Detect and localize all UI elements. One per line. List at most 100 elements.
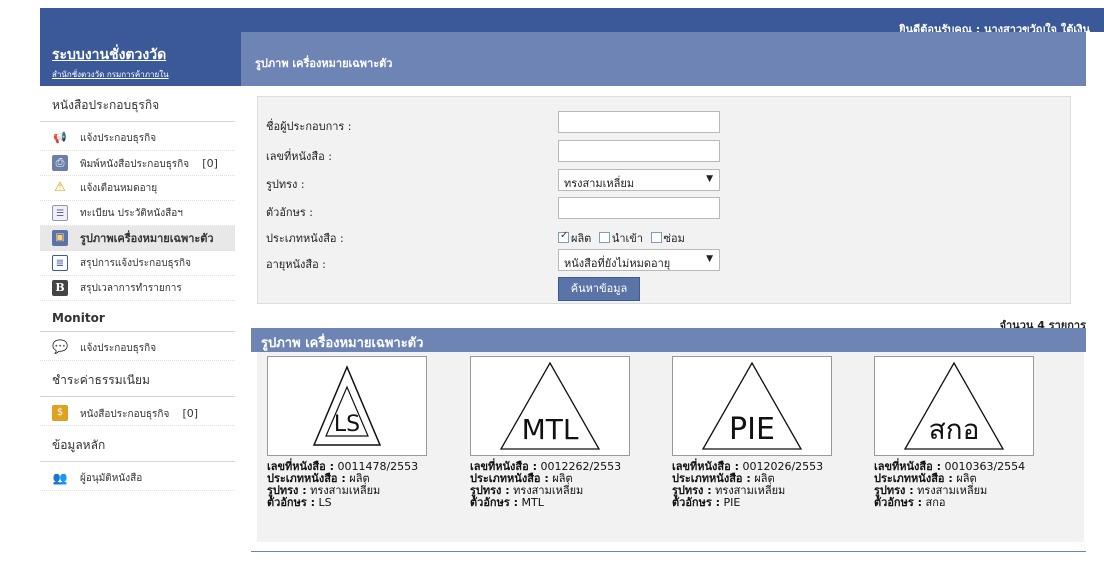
mark-info: เลขที่หนังสือ : 0012262/2553 ประเภทหนังส… — [470, 461, 670, 509]
register-icon: ☰ — [52, 205, 68, 221]
sidebar-item-label: แจ้งเตือนหมดอายุ — [80, 183, 158, 194]
fee-count: [0] — [182, 407, 199, 420]
brand[interactable]: ระบบงานชั่งตวงวัด สำนักชั่งตวงวัด กรมการ… — [40, 32, 241, 86]
mark-info: เลขที่หนังสือ : 0011478/2553 ประเภทหนังส… — [267, 461, 467, 509]
sidebar-item-label: แจ้งประกอบธุรกิจ — [80, 343, 157, 354]
doc-no-input[interactable] — [558, 140, 720, 162]
mark-image[interactable]: MTL — [470, 356, 630, 456]
shape-row: รูปทรง : — [266, 175, 305, 193]
mark-image[interactable]: PIE — [672, 356, 832, 456]
main-content: รูปภาพ เครื่องหมายเฉพาะตัว ชื่อผู้ประกอบ… — [241, 32, 1086, 571]
letters-label: ตัวอักษร : — [470, 496, 518, 509]
top-bar: ยินดีต้อนรับคุณ : นางสาวขวัญใจ ใต้เงิน — [0, 0, 1104, 36]
doc-no-row: เลขที่หนังสือ : — [266, 147, 332, 165]
sidebar-item-label: หนังสือประกอบธุรกิจ — [80, 409, 170, 420]
search-form: ชื่อผู้ประกอบการ : เลขที่หนังสือ : รูปทร… — [257, 96, 1071, 304]
chevron-down-icon: ▼ — [706, 254, 713, 264]
letters-value: MTL — [521, 496, 544, 509]
result-panel: รูปภาพ เครื่องหมายเฉพาะตัว LS เลขที่หนัง… — [251, 328, 1086, 552]
doc-age-select-value: หนังสือที่ยังไม่หมดอายุ — [564, 257, 671, 270]
money-icon: $ — [52, 405, 68, 421]
b-icon: B — [52, 280, 68, 296]
section-master-data: ข้อมูลหลัก — [40, 426, 235, 462]
letters-label: ตัวอักษร : — [672, 496, 720, 509]
letters-row: ตัวอักษร : — [266, 203, 313, 221]
sidebar-item-register[interactable]: ☰ ทะเบียน ประวัติหนังสือฯ — [40, 201, 235, 226]
sidebar-item-print-docs[interactable]: ⎙ พิมพ์หนังสือประกอบธุรกิจ [0] — [40, 151, 235, 176]
shape-select-value: ทรงสามเหลี่ยม — [564, 177, 635, 190]
warning-icon: ⚠ — [54, 180, 66, 195]
mark-info: เลขที่หนังสือ : 0010363/2554 ประเภทหนังส… — [874, 461, 1074, 509]
report-icon: ≣ — [52, 255, 68, 271]
check-repair-label: ซ่อม — [663, 232, 685, 245]
mark-glyph: MTL — [522, 413, 579, 446]
printer-icon: ⎙ — [52, 155, 68, 171]
brand-title[interactable]: ระบบงานชั่งตวงวัด — [52, 44, 241, 66]
page-title: รูปภาพ เครื่องหมายเฉพาะตัว — [241, 32, 1086, 86]
check-produce-label: ผลิต — [571, 232, 592, 245]
doc-type-label: ประเภทหนังสือ : — [266, 232, 344, 245]
sidebar-item-fee-docs[interactable]: $ หนังสือประกอบธุรกิจ [0] — [40, 401, 235, 426]
mark-gallery: LS เลขที่หนังสือ : 0011478/2553 ประเภทหน… — [257, 352, 1084, 542]
section-fees: ชำระค่าธรรมเนียม — [40, 361, 235, 397]
letters-input[interactable] — [558, 197, 720, 219]
doc-age-row: อายุหนังสือ : — [266, 255, 326, 273]
sidebar-item-label: ผู้อนุมัติหนังสือ — [80, 473, 143, 484]
megaphone-icon: 📢 — [53, 131, 67, 144]
operator-label: ชื่อผู้ประกอบการ : — [266, 120, 352, 133]
check-import-label: นำเข้า — [611, 232, 643, 245]
sidebar-item-label: พิมพ์หนังสือประกอบธุรกิจ — [80, 159, 190, 170]
mark-glyph: สกอ — [929, 413, 980, 446]
sidebar-item-time-summary[interactable]: B สรุปเวลาการทำรายการ — [40, 276, 235, 301]
shape-select[interactable]: ทรงสามเหลี่ยม ▼ — [558, 169, 720, 191]
mark-glyph: PIE — [729, 412, 775, 447]
letters-label: ตัวอักษร : — [266, 206, 313, 219]
search-button[interactable]: ค้นหาข้อมูล — [558, 277, 640, 301]
brand-subtitle: สำนักชั่งตวงวัด กรมการค้าภายใน — [52, 70, 169, 79]
sidebar-item-monitor-notify[interactable]: 💬 แจ้งประกอบธุรกิจ — [40, 336, 235, 361]
sidebar-item-label: รูปภาพเครื่องหมายเฉพาะตัว — [80, 232, 214, 245]
doc-type-checks: ผลิต นำเข้า ซ่อม — [558, 229, 689, 247]
letters-label: ตัวอักษร : — [267, 496, 315, 509]
result-title: รูปภาพ เครื่องหมายเฉพาะตัว — [251, 328, 1086, 352]
print-count: [0] — [202, 157, 218, 170]
picture-icon: ▣ — [52, 230, 68, 246]
doc-age-select[interactable]: หนังสือที่ยังไม่หมดอายุ ▼ — [558, 249, 720, 271]
mark-info: เลขที่หนังสือ : 0012026/2553 ประเภทหนังส… — [672, 461, 872, 509]
sidebar-item-label: แจ้งประกอบธุรกิจ — [80, 133, 157, 144]
doc-type-row: ประเภทหนังสือ : — [266, 229, 344, 247]
sidebar-item-approvers[interactable]: 👥 ผู้อนุมัติหนังสือ — [40, 466, 235, 491]
mark-card[interactable]: MTL เลขที่หนังสือ : 0012262/2553 ประเภทห… — [470, 356, 670, 509]
mark-glyph: LS — [334, 412, 360, 437]
shape-label: รูปทรง : — [266, 178, 305, 191]
doc-age-label: อายุหนังสือ : — [266, 258, 326, 271]
sidebar-item-mark-images[interactable]: ▣ รูปภาพเครื่องหมายเฉพาะตัว — [40, 226, 235, 251]
chevron-down-icon: ▼ — [706, 174, 713, 184]
section-monitor: Monitor — [40, 301, 235, 332]
operator-row: ชื่อผู้ประกอบการ : — [266, 117, 352, 135]
checkbox-produce[interactable] — [558, 230, 569, 243]
sidebar-item-notify-business[interactable]: 📢 แจ้งประกอบธุรกิจ — [40, 126, 235, 151]
sidebar-item-label: สรุปเวลาการทำรายการ — [80, 283, 182, 294]
mark-card[interactable]: PIE เลขที่หนังสือ : 0012026/2553 ประเภทห… — [672, 356, 872, 509]
check-repair[interactable]: ซ่อม — [650, 232, 685, 245]
mark-card[interactable]: สกอ เลขที่หนังสือ : 0010363/2554 ประเภทห… — [874, 356, 1074, 509]
check-import[interactable]: นำเข้า — [598, 232, 643, 245]
chat-icon: 💬 — [52, 340, 69, 355]
mark-image[interactable]: สกอ — [874, 356, 1034, 456]
sidebar: ระบบงานชั่งตวงวัด สำนักชั่งตวงวัด กรมการ… — [40, 32, 241, 571]
checkbox-import[interactable] — [598, 232, 610, 243]
mark-image[interactable]: LS — [267, 356, 427, 456]
sidebar-item-expiry-alert[interactable]: ⚠ แจ้งเตือนหมดอายุ — [40, 176, 235, 201]
section-business-docs: หนังสือประกอบธุรกิจ — [40, 86, 235, 122]
users-icon: 👥 — [52, 471, 68, 485]
letters-label: ตัวอักษร : — [874, 496, 922, 509]
operator-input[interactable] — [558, 111, 720, 133]
mark-card[interactable]: LS เลขที่หนังสือ : 0011478/2553 ประเภทหน… — [267, 356, 467, 509]
sidebar-item-label: ทะเบียน ประวัติหนังสือฯ — [80, 208, 183, 219]
sidebar-item-business-summary[interactable]: ≣ สรุปการแจ้งประกอบธุรกิจ — [40, 251, 235, 276]
top-strip: ยินดีต้อนรับคุณ : นางสาวขวัญใจ ใต้เงิน — [40, 8, 1104, 36]
check-produce[interactable]: ผลิต — [558, 230, 592, 245]
letters-value: LS — [318, 496, 332, 509]
checkbox-repair[interactable] — [650, 232, 662, 243]
